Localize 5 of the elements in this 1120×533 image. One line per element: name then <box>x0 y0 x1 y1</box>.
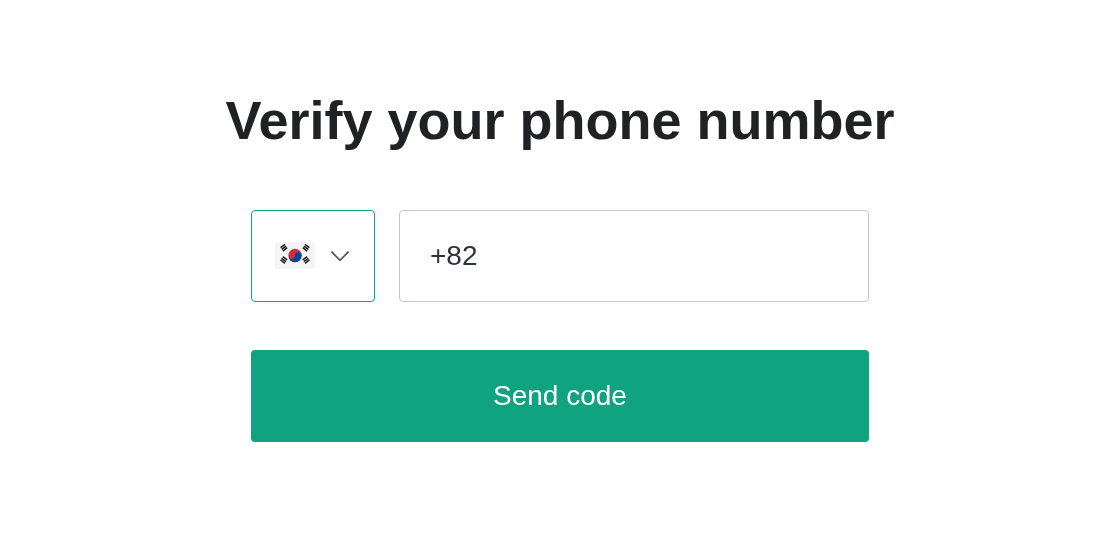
chevron-down-icon <box>329 249 351 262</box>
phone-input-field[interactable]: +82 <box>399 209 869 302</box>
page-title: Verify your phone number <box>225 89 895 152</box>
country-select[interactable] <box>251 209 375 302</box>
flag-icon <box>275 242 315 270</box>
